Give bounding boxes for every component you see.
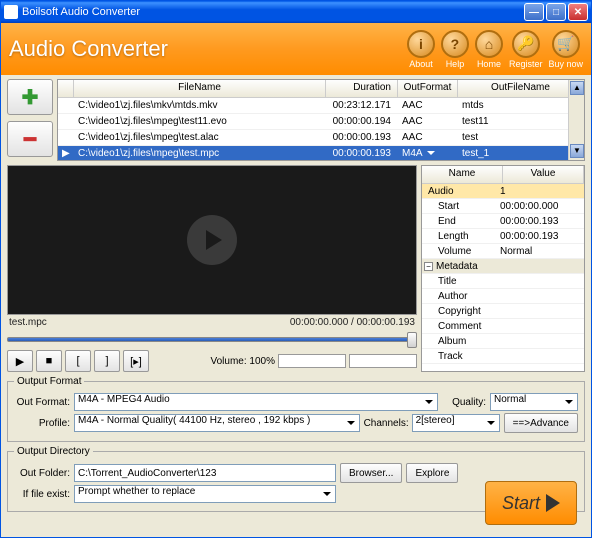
preview-filename: test.mpc xyxy=(9,317,47,328)
file-grid[interactable]: FileName Duration OutFormat OutFileName … xyxy=(57,79,585,161)
play-overlay-icon[interactable] xyxy=(187,215,237,265)
register-icon: 🔑 xyxy=(512,30,540,58)
explore-button[interactable]: Explore xyxy=(406,463,458,483)
prop-row[interactable]: Title xyxy=(422,274,584,289)
outfolder-input[interactable] xyxy=(74,464,336,482)
header-buy-now[interactable]: 🛒Buy now xyxy=(548,30,583,69)
outformat-label: Out Format: xyxy=(14,397,70,408)
exist-select[interactable]: Prompt whether to replace xyxy=(74,485,336,503)
add-button[interactable]: ✚ xyxy=(7,79,53,115)
header-home[interactable]: ⌂Home xyxy=(475,30,503,69)
header-register[interactable]: 🔑Register xyxy=(509,30,543,69)
col-filename[interactable]: FileName xyxy=(74,80,326,97)
profile-select[interactable]: M4A - Normal Quality( 44100 Hz, stereo ,… xyxy=(74,414,360,432)
quality-select[interactable]: Normal xyxy=(490,393,578,411)
prop-col-name[interactable]: Name xyxy=(422,166,503,183)
prop-col-value[interactable]: Value xyxy=(503,166,584,183)
browse-button[interactable]: Browser... xyxy=(340,463,402,483)
stop-button[interactable]: ■ xyxy=(36,350,62,372)
play-button[interactable]: ▶ xyxy=(7,350,33,372)
properties-panel[interactable]: Name Value Audio1 Start00:00:00.000End00… xyxy=(421,165,585,372)
app-icon xyxy=(4,5,18,19)
outformat-select[interactable]: M4A - MPEG4 Audio xyxy=(74,393,438,411)
volume-bar-left[interactable] xyxy=(278,354,346,368)
scroll-up-icon[interactable]: ▲ xyxy=(570,81,584,95)
prop-row[interactable]: Start00:00:00.000 xyxy=(422,199,584,214)
col-outformat[interactable]: OutFormat xyxy=(398,80,458,97)
prop-audio-group[interactable]: Audio1 xyxy=(422,184,584,199)
prop-row[interactable]: Album xyxy=(422,334,584,349)
channels-label: Channels: xyxy=(364,418,408,429)
prop-row[interactable]: Author xyxy=(422,289,584,304)
header-help[interactable]: ?Help xyxy=(441,30,469,69)
range-button[interactable]: [▸] xyxy=(123,350,149,372)
prop-metadata-group[interactable]: −Metadata xyxy=(422,259,584,274)
titlebar[interactable]: Boilsoft Audio Converter — □ ✕ xyxy=(1,1,591,23)
grid-scrollbar[interactable]: ▲ ▼ xyxy=(568,80,584,160)
scroll-down-icon[interactable]: ▼ xyxy=(570,144,584,158)
close-button[interactable]: ✕ xyxy=(568,3,588,21)
col-duration[interactable]: Duration xyxy=(326,80,398,97)
table-row[interactable]: C:\video1\zj.files\mpeg\test.alac00:00:0… xyxy=(58,130,584,146)
buy now-icon: 🛒 xyxy=(552,30,580,58)
quality-label: Quality: xyxy=(442,397,486,408)
advance-button[interactable]: ==>Advance xyxy=(504,413,578,433)
remove-button[interactable]: ━ xyxy=(7,121,53,157)
output-format-group: Output Format Out Format: M4A - MPEG4 Au… xyxy=(7,376,585,442)
profile-label: Profile: xyxy=(14,418,70,429)
home-icon: ⌂ xyxy=(475,30,503,58)
header-about[interactable]: iAbout xyxy=(407,30,435,69)
minimize-button[interactable]: — xyxy=(524,3,544,21)
app-title: Audio Converter xyxy=(9,36,168,62)
window-title: Boilsoft Audio Converter xyxy=(22,6,140,18)
prop-row[interactable]: Comment xyxy=(422,319,584,334)
collapse-icon[interactable]: − xyxy=(424,262,433,271)
outfolder-label: Out Folder: xyxy=(14,468,70,479)
prop-row[interactable]: Copyright xyxy=(422,304,584,319)
play-icon xyxy=(546,494,560,512)
seek-slider[interactable] xyxy=(7,330,417,348)
prop-row[interactable]: End00:00:00.193 xyxy=(422,214,584,229)
start-button[interactable]: Start xyxy=(485,481,577,525)
table-row[interactable]: C:\video1\zj.files\mkv\mtds.mkv00:23:12.… xyxy=(58,98,584,114)
preview-time: 00:00:00.000 / 00:00:00.193 xyxy=(290,317,415,328)
table-row[interactable]: ▶C:\video1\zj.files\mpeg\test.mpc00:00:0… xyxy=(58,146,584,161)
maximize-button[interactable]: □ xyxy=(546,3,566,21)
help-icon: ? xyxy=(441,30,469,58)
col-outfilename[interactable]: OutFileName xyxy=(458,80,584,97)
exist-label: If file exist: xyxy=(14,489,70,500)
prop-row[interactable]: Track xyxy=(422,349,584,364)
volume-label: Volume: 100% xyxy=(211,356,276,367)
mark-out-button[interactable]: ] xyxy=(94,350,120,372)
table-row[interactable]: C:\video1\zj.files\mpeg\test11.evo00:00:… xyxy=(58,114,584,130)
channels-select[interactable]: 2[stereo] xyxy=(412,414,500,432)
about-icon: i xyxy=(407,30,435,58)
mark-in-button[interactable]: [ xyxy=(65,350,91,372)
volume-bar-right[interactable] xyxy=(349,354,417,368)
header: Audio Converter iAbout?Help⌂Home🔑Registe… xyxy=(1,23,591,75)
preview-area[interactable] xyxy=(7,165,417,315)
prop-row[interactable]: VolumeNormal xyxy=(422,244,584,259)
prop-row[interactable]: Length00:00:00.193 xyxy=(422,229,584,244)
